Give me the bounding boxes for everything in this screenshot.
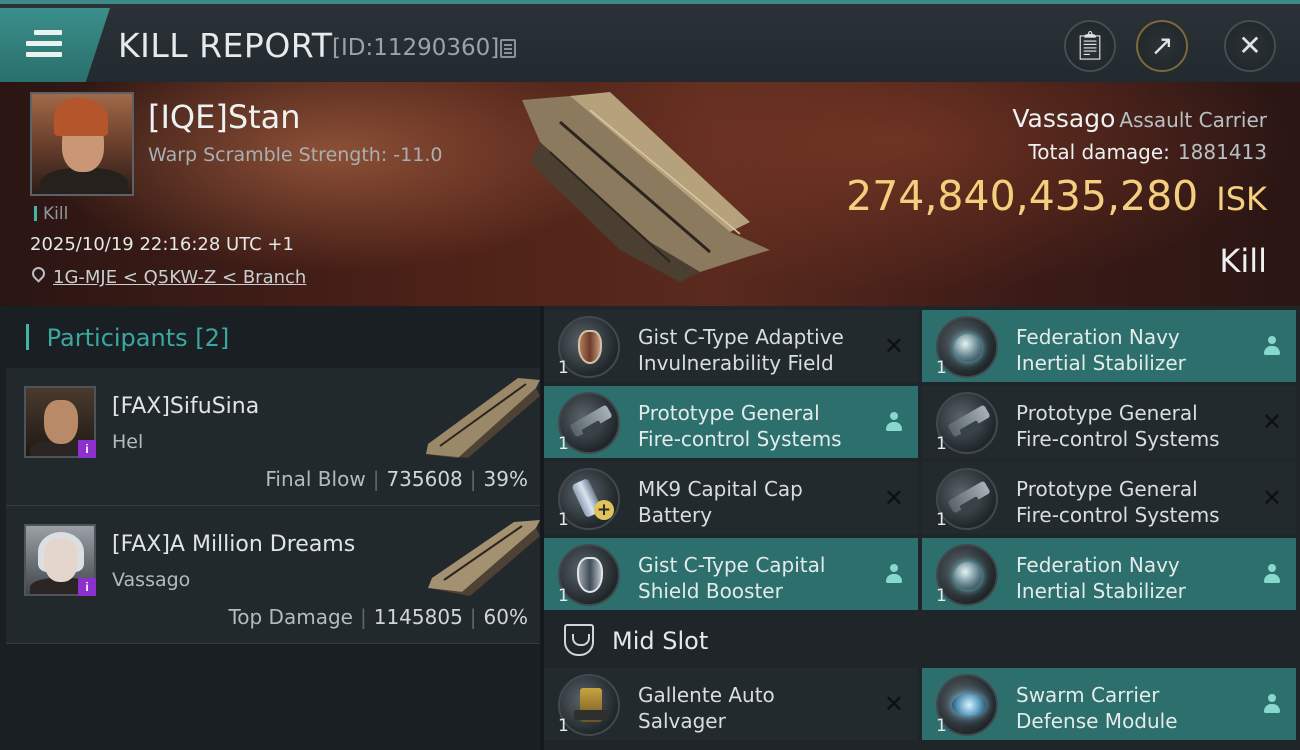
participant-percent: 60% [483, 605, 528, 629]
module-name: Gallente Auto Salvager [638, 683, 775, 733]
module-qty: 1 [558, 510, 569, 530]
participants-label: Participants [46, 324, 188, 352]
module-qty: 1 [558, 586, 569, 606]
destroyed-icon: ✕ [883, 690, 904, 718]
module-qty: 1 [936, 358, 947, 378]
participant-damage: 735608 [386, 467, 463, 491]
mid-slot-header: Mid Slot [544, 614, 1300, 666]
victim-ship[interactable]: Vassago Assault Carrier [1012, 104, 1267, 133]
module-item[interactable]: 1 Prototype General Fire-control Systems … [922, 462, 1296, 534]
module-item[interactable]: 1 Federation Navy Inertial Stabilizer [922, 310, 1296, 382]
ship-class: Assault Carrier [1119, 108, 1267, 132]
page-title: KILL REPORT [118, 26, 333, 65]
top-bar: KILL REPORT [ID:11290360] 📋︎ ↗ ✕ [0, 0, 1300, 82]
clipboard-icon: 📋︎ [1072, 29, 1108, 62]
victim-portrait[interactable] [30, 92, 134, 196]
module-qty: 1 [936, 434, 947, 454]
module-item[interactable]: 1 Prototype General Fire-control Systems … [922, 386, 1296, 458]
warp-scramble-strength: Warp Scramble Strength: -11.0 [148, 144, 443, 166]
location-pin-icon [29, 264, 48, 283]
module-item[interactable]: 1 Gist C-Type Capital Shield Booster [544, 538, 918, 610]
hamburger-icon [26, 30, 62, 58]
module-name: Prototype General Fire-control Systems [1016, 477, 1220, 527]
close-button[interactable]: ✕ [1224, 20, 1276, 72]
victim-ship-image [522, 92, 770, 282]
menu-button[interactable] [0, 8, 110, 82]
mid-slot-icon [564, 624, 594, 656]
module-item[interactable]: 1 Gist C-Type Adaptive Invulnerability Fi… [544, 310, 918, 382]
clipboard-button[interactable]: 📋︎ [1064, 20, 1116, 72]
module-item[interactable]: 1 Swarm Carrier Defense Module [922, 668, 1296, 740]
participant-stats: Final Blow | 735608 | 39% [265, 467, 528, 491]
module-qty: 1 [558, 358, 569, 378]
total-damage: Total damage: 1881413 [1028, 140, 1267, 164]
corp-badge-icon: i [78, 578, 96, 596]
share-icon: ↗ [1150, 29, 1174, 62]
participants-panel: Participants [2] i [FAX]SifuSina Hel Fin… [0, 306, 540, 750]
report-id: [ID:11290360] [332, 35, 500, 61]
module-qty: 1 [936, 586, 947, 606]
module-name: MK9 Capital Cap Battery [638, 477, 803, 527]
participants-heading: Participants [2] [26, 324, 230, 352]
participant-ship: Vassago [112, 569, 191, 591]
module-item[interactable]: + 1 MK9 Capital Cap Battery ✕ [544, 462, 918, 534]
participant-name: [FAX]A Million Dreams [112, 532, 356, 557]
participant-role: Final Blow [265, 467, 366, 491]
participant-stats: Top Damage | 1145805 | 60% [228, 605, 528, 629]
module-name: Prototype General Fire-control Systems [1016, 401, 1220, 451]
close-icon: ✕ [1238, 29, 1262, 62]
fitting-panel: 1 Gist C-Type Adaptive Invulnerability Fi… [544, 306, 1300, 750]
participant-name: [FAX]SifuSina [112, 394, 260, 419]
module-qty: 1 [936, 716, 947, 736]
isk-value: 274,840,435,280 ISK [846, 172, 1267, 220]
location-link[interactable]: 1G-MJE < Q5KW-Z < Branch [53, 267, 306, 288]
participant-role: Top Damage [228, 605, 353, 629]
module-name: Federation Navy Inertial Stabilizer [1016, 325, 1186, 375]
module-name: Federation Navy Inertial Stabilizer [1016, 553, 1186, 603]
destroyed-icon: ✕ [883, 332, 904, 360]
mid-slot-title: Mid Slot [612, 627, 709, 655]
isk-amount: 274,840,435,280 [846, 172, 1199, 220]
module-name: Swarm Carrier Defense Module [1016, 683, 1178, 733]
participant-percent: 39% [483, 467, 528, 491]
kill-datetime: 2025/10/19 22:16:28 UTC +1 [30, 234, 294, 255]
victim-name[interactable]: [IQE]Stan [148, 98, 301, 136]
participant-damage: 1145805 [373, 605, 463, 629]
module-name: Prototype General Fire-control Systems [638, 401, 842, 451]
module-item[interactable]: 1 Prototype General Fire-control Systems [544, 386, 918, 458]
module-qty: 1 [936, 510, 947, 530]
destroyed-icon: ✕ [883, 484, 904, 512]
pilot-icon [886, 564, 902, 584]
victim-banner: [IQE]Stan Warp Scramble Strength: -11.0 … [0, 82, 1300, 306]
pilot-icon [886, 412, 902, 432]
pilot-icon [1264, 564, 1280, 584]
copy-icon[interactable] [500, 39, 516, 58]
module-name: Gist C-Type Capital Shield Booster [638, 553, 826, 603]
participant-ship-image [428, 520, 540, 596]
participant-ship: Hel [112, 431, 144, 453]
ship-name: Vassago [1012, 104, 1116, 133]
participant-row[interactable]: i [FAX]A Million Dreams Vassago Top Dama… [6, 506, 540, 644]
destroyed-icon: ✕ [1261, 484, 1282, 512]
corp-badge-icon: i [78, 440, 96, 458]
module-qty: 1 [558, 716, 569, 736]
destroyed-icon: ✕ [1261, 408, 1282, 436]
kill-tag: Kill [34, 204, 68, 224]
total-damage-label: Total damage: [1028, 140, 1170, 164]
module-qty: 1 [558, 434, 569, 454]
participant-row[interactable]: i [FAX]SifuSina Hel Final Blow | 735608 | 39… [6, 368, 540, 506]
isk-unit: ISK [1216, 180, 1267, 218]
share-button[interactable]: ↗ [1136, 20, 1188, 72]
result-label: Kill [1219, 242, 1267, 280]
pilot-icon [1264, 694, 1280, 714]
participants-count: [2] [195, 324, 230, 352]
module-item[interactable]: 1 Federation Navy Inertial Stabilizer [922, 538, 1296, 610]
total-damage-value: 1881413 [1177, 140, 1267, 164]
pilot-icon [1264, 336, 1280, 356]
module-name: Gist C-Type Adaptive Invulnerability Fiel… [638, 325, 844, 375]
module-item[interactable]: 1 Gallente Auto Salvager ✕ [544, 668, 918, 740]
participant-ship-image [426, 378, 540, 458]
